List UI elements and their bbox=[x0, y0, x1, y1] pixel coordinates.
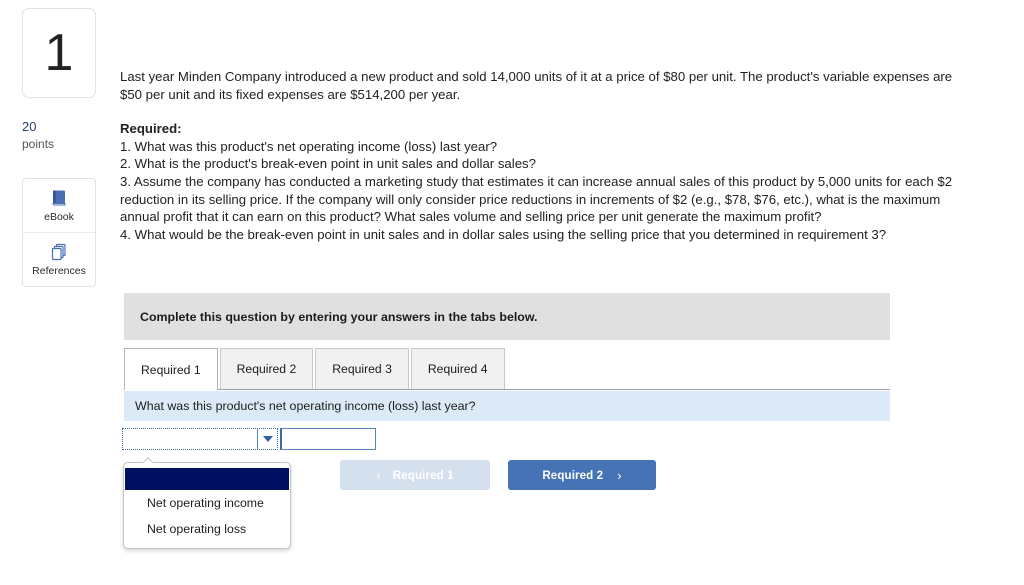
instruction-bar: Complete this question by entering your … bbox=[124, 293, 890, 340]
chevron-left-icon: ‹ bbox=[376, 467, 381, 483]
chevron-right-icon: › bbox=[617, 467, 622, 483]
previous-required-button[interactable]: ‹ Required 1 bbox=[340, 460, 490, 490]
tab-required-2-label: Required 2 bbox=[236, 362, 297, 376]
text-spacer bbox=[120, 103, 960, 120]
references-label: References bbox=[32, 265, 86, 277]
left-rail: 1 20 points eBook References bbox=[0, 0, 118, 585]
references-icon bbox=[49, 242, 69, 262]
points-value: 20 bbox=[22, 119, 37, 134]
requirement-tabs: Required 1 Required 2 Required 3 Require… bbox=[124, 348, 890, 390]
chevron-down-icon[interactable] bbox=[257, 429, 277, 449]
tab-required-1[interactable]: Required 1 bbox=[124, 348, 218, 390]
answer-type-select[interactable] bbox=[122, 428, 278, 450]
required-item-1: 1. What was this product's net operating… bbox=[120, 138, 498, 154]
required-item-2: 2. What is the product's break-even poin… bbox=[120, 156, 536, 172]
required-heading: Required: bbox=[120, 121, 182, 137]
prompt-text: What was this product's net operating in… bbox=[135, 399, 476, 413]
dropdown-option-net-operating-loss[interactable]: Net operating loss bbox=[124, 516, 290, 542]
points-block: 20 points bbox=[22, 119, 102, 152]
dropdown-option-blank[interactable] bbox=[125, 468, 289, 490]
chevron-down-glyph bbox=[262, 436, 273, 442]
instruction-text: Complete this question by entering your … bbox=[140, 309, 538, 324]
next-required-button[interactable]: Required 2 › bbox=[508, 460, 656, 490]
dropdown-option-net-operating-income[interactable]: Net operating income bbox=[124, 490, 290, 516]
required-item-4: 4. What would be the break-even point in… bbox=[120, 226, 887, 242]
tab-required-1-label: Required 1 bbox=[141, 362, 201, 377]
references-button[interactable]: References bbox=[23, 232, 95, 286]
question-paragraph-1: Last year Minden Company introduced a ne… bbox=[120, 69, 953, 102]
tab-required-3[interactable]: Required 3 bbox=[315, 348, 409, 389]
next-required-label: Required 2 bbox=[542, 468, 604, 482]
ebook-icon bbox=[49, 188, 69, 208]
required-item-3: 3. Assume the company has conducted a ma… bbox=[120, 173, 953, 225]
answer-amount-input[interactable] bbox=[280, 428, 376, 450]
previous-required-label: Required 1 bbox=[392, 468, 454, 482]
question-text: Last year Minden Company introduced a ne… bbox=[120, 68, 960, 243]
tab-required-2[interactable]: Required 2 bbox=[219, 348, 314, 389]
points-label: points bbox=[22, 137, 55, 151]
dropdown-pointer bbox=[142, 457, 153, 463]
prompt-band: What was this product's net operating in… bbox=[124, 391, 890, 421]
tab-required-4-label: Required 4 bbox=[427, 362, 488, 376]
navigation-buttons: ‹ Required 1 Required 2 › bbox=[340, 460, 656, 490]
answer-row bbox=[122, 428, 376, 450]
question-number: 1 bbox=[44, 24, 74, 82]
tools-box: eBook References bbox=[22, 178, 96, 287]
ebook-button[interactable]: eBook bbox=[23, 179, 95, 232]
tab-required-3-label: Required 3 bbox=[332, 362, 392, 376]
answer-type-dropdown-menu: Net operating income Net operating loss bbox=[123, 462, 291, 549]
question-number-box: 1 bbox=[22, 8, 96, 98]
ebook-label: eBook bbox=[44, 211, 74, 223]
tab-required-4[interactable]: Required 4 bbox=[410, 348, 505, 389]
